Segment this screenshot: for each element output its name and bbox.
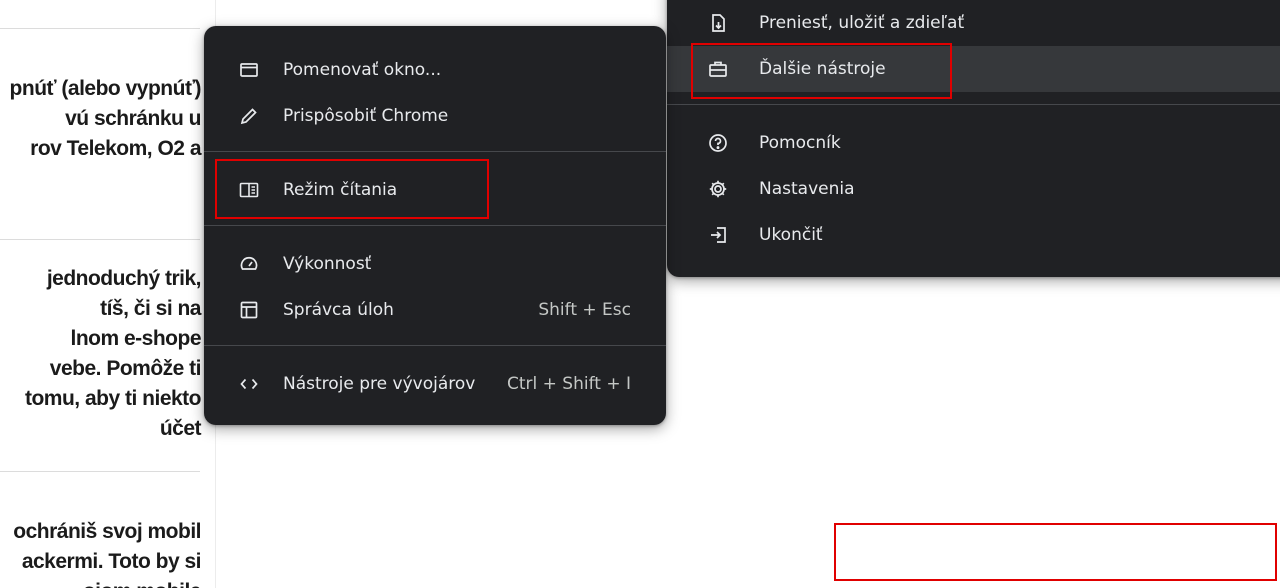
toolbox-icon bbox=[707, 58, 729, 80]
menu-item-label: Pomenovať okno... bbox=[283, 60, 442, 80]
menu-item-name-window[interactable]: Pomenovať okno... bbox=[204, 47, 666, 93]
article-teaser-3[interactable]: ochrániš svoj mobil ackermi. Toto by si … bbox=[13, 517, 201, 588]
menu-item-exit[interactable]: Ukončiť bbox=[667, 212, 1280, 258]
performance-gauge-icon bbox=[238, 253, 260, 275]
keyboard-shortcut: Shift + Esc bbox=[538, 300, 631, 320]
menu-item-label: Ukončiť bbox=[759, 225, 823, 245]
menu-item-label: Pomocník bbox=[759, 133, 841, 153]
highlight-empty-area bbox=[834, 523, 1277, 581]
article-divider bbox=[0, 471, 200, 472]
menu-separator bbox=[667, 104, 1280, 105]
article-teaser-1[interactable]: pnúť (alebo vypnúť) vú schránku u rov Te… bbox=[9, 74, 202, 164]
keyboard-shortcut: Ctrl + Shift + I bbox=[506, 374, 631, 394]
article-teaser-2[interactable]: jednoduchý trik, tíš, či si na lnom e-sh… bbox=[24, 264, 202, 444]
article-teaser-line: jednoduchý trik, bbox=[46, 267, 202, 290]
menu-separator bbox=[204, 345, 666, 346]
menu-item-developer-tools[interactable]: Nástroje pre vývojárov Ctrl + Shift + I bbox=[204, 361, 666, 407]
menu-item-customize-chrome[interactable]: Prispôsobiť Chrome bbox=[204, 93, 666, 139]
menu-item-performance[interactable]: Výkonnosť bbox=[204, 241, 666, 287]
article-teaser-line: ochrániš svoj mobil bbox=[13, 520, 201, 543]
window-icon bbox=[238, 59, 260, 81]
save-share-icon bbox=[707, 12, 729, 34]
menu-separator bbox=[204, 151, 666, 152]
article-divider bbox=[0, 28, 200, 29]
menu-item-label: Výkonnosť bbox=[283, 254, 372, 274]
menu-item-label: Správca úloh bbox=[283, 300, 394, 320]
exit-icon bbox=[707, 224, 729, 246]
menu-item-more-tools[interactable]: Ďalšie nástroje bbox=[667, 46, 1280, 92]
menu-item-label: Nastavenia bbox=[759, 179, 855, 199]
menu-separator bbox=[204, 225, 666, 226]
reading-mode-icon bbox=[238, 179, 260, 201]
article-column: pnúť (alebo vypnúť) vú schránku u rov Te… bbox=[0, 0, 216, 588]
menu-item-label: Režim čítania bbox=[283, 180, 398, 200]
menu-item-label: Preniesť, uložiť a zdieľať bbox=[759, 13, 965, 33]
article-teaser-line: tíš, či si na bbox=[100, 297, 201, 320]
menu-item-label: Prispôsobiť Chrome bbox=[283, 106, 449, 126]
article-teaser-line: tomu, aby ti niekto bbox=[24, 387, 202, 410]
menu-item-label: Ďalšie nástroje bbox=[759, 59, 886, 79]
chrome-main-menu: Preniesť, uložiť a zdieľať Ďalšie nástro… bbox=[667, 0, 1280, 277]
article-teaser-line: rov Telekom, O2 a bbox=[30, 137, 201, 160]
developer-tools-icon bbox=[238, 373, 260, 395]
task-manager-icon bbox=[238, 299, 260, 321]
article-teaser-line: ackermi. Toto by si bbox=[21, 550, 202, 573]
more-tools-submenu: Pomenovať okno... Prispôsobiť Chrome Rež… bbox=[204, 26, 666, 425]
pencil-icon bbox=[238, 105, 260, 127]
article-divider bbox=[0, 239, 200, 240]
article-teaser-line: lnom e-shope bbox=[70, 327, 201, 350]
article-teaser-line: vú schránku u bbox=[65, 107, 201, 130]
menu-item-task-manager[interactable]: Správca úloh Shift + Esc bbox=[204, 287, 666, 333]
menu-item-reading-mode[interactable]: Režim čítania bbox=[204, 167, 666, 213]
article-teaser-line: účet bbox=[159, 417, 202, 440]
menu-item-save-share[interactable]: Preniesť, uložiť a zdieľať bbox=[667, 0, 1280, 46]
menu-item-settings[interactable]: Nastavenia bbox=[667, 166, 1280, 212]
article-teaser-line: vebe. Pomôže ti bbox=[49, 357, 202, 380]
article-teaser-line: pnúť (alebo vypnúť) bbox=[9, 77, 202, 100]
menu-item-label: Nástroje pre vývojárov bbox=[283, 374, 476, 394]
help-icon bbox=[707, 132, 729, 154]
settings-gear-icon bbox=[707, 178, 729, 200]
article-teaser-line: ojom mobile bbox=[13, 577, 202, 588]
menu-item-help[interactable]: Pomocník bbox=[667, 120, 1280, 166]
